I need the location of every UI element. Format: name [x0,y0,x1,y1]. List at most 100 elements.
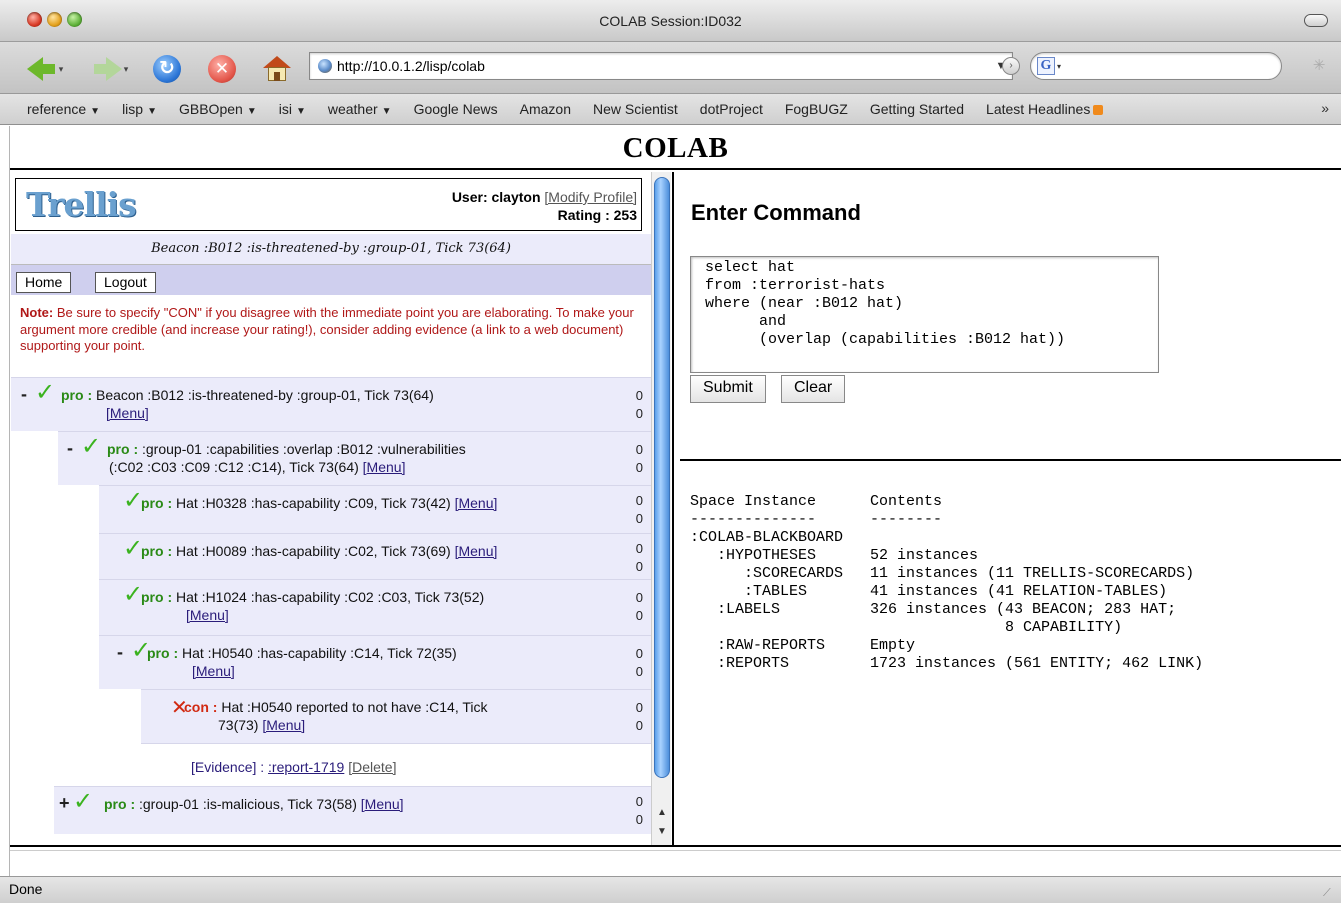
bookmark-label: isi [278,101,292,117]
resize-grip-icon[interactable]: ⟋ [1323,886,1337,900]
search-input[interactable]: G ▾ [1030,52,1282,80]
frame-divider[interactable] [672,172,678,845]
bookmark-label: Getting Started [869,101,965,117]
bookmark-item[interactable]: weather ▼ [328,101,392,117]
argument-text: con : Hat :H0540 reported to not have :C… [184,698,571,734]
reload-button[interactable]: ↻ [150,54,184,84]
frame-edge [0,126,10,879]
space-instances-table: Space Instance Contents -------------- -… [690,493,1204,672]
bookmark-item[interactable]: New Scientist [593,101,678,117]
node-menu-link[interactable]: [Menu] [186,606,229,624]
focus-statement: Beacon :B012 :is-threatened-by :group-01… [11,234,651,264]
vote-counts: 00 [636,441,643,477]
stance-label: pro : [61,387,93,403]
address-bar[interactable]: http://10.0.1.2/lisp/colab ▼ [309,52,1013,80]
node-menu-link[interactable]: [Menu] [363,459,406,475]
bookmark-item[interactable]: reference ▼ [27,101,100,117]
status-text: Done [9,881,43,897]
forward-arrow-icon [93,57,122,81]
go-button[interactable]: › [1002,57,1020,75]
delete-evidence-link[interactable]: [Delete] [348,759,396,775]
bookmark-item[interactable]: lisp ▼ [122,101,157,117]
google-search-engine-icon[interactable]: G [1037,57,1055,75]
expand-node-button[interactable]: + [59,794,70,812]
con-count: 0 [635,812,643,827]
bookmark-item[interactable]: Getting Started [870,101,964,117]
pro-count: 0 [635,541,643,556]
scroll-down-icon[interactable]: ▼ [654,824,670,840]
command-textarea[interactable]: select hat from :terrorist-hats where (n… [690,256,1159,373]
bookmark-item[interactable]: FogBUGZ [785,101,848,117]
con-count: 0 [635,511,643,526]
home-icon [263,56,291,82]
command-title: Enter Command [691,200,861,225]
node-menu-link[interactable]: [Menu] [262,717,305,733]
status-bar: Done ⟋ [0,876,1341,903]
bookmark-item[interactable]: Amazon [520,101,571,117]
argument-text: pro : Beacon :B012 :is-threatened-by :gr… [61,386,571,422]
node-menu-link[interactable]: [Menu] [455,543,498,559]
con-count: 0 [635,664,643,679]
toolbar-toggle-button[interactable] [1304,14,1328,27]
argument-node: - ✓ pro : Beacon :B012 :is-threatened-by :… [11,377,651,431]
stance-label: pro : [147,645,179,661]
note-body: Be sure to specify "CON" if you disagree… [20,305,634,353]
bookmark-label: FogBUGZ [784,101,848,117]
forward-button[interactable]: ▾ [82,54,142,84]
con-count: 0 [635,718,643,733]
bookmark-item[interactable]: GBBOpen ▼ [179,101,257,117]
bookmark-label: Amazon [519,101,571,117]
argument-node: ✓ pro : Hat :H0089 :has-capability :C02, … [99,533,651,579]
modify-profile-link[interactable]: [Modify Profile] [544,189,637,205]
note-label: Note: [20,305,54,320]
stance-label: pro : [104,796,136,812]
scrollbar-thumb[interactable] [654,177,670,778]
trellis-header: Trellis User: clayton [Modify Profile] R… [15,178,642,231]
node-menu-link[interactable]: [Menu] [106,404,149,422]
collapse-node-button[interactable]: - [117,643,123,661]
stop-button[interactable]: ✕ [205,54,239,84]
chevron-down-icon: ▼ [295,106,306,117]
submit-button[interactable]: Submit [690,375,766,403]
argument-node: ✕ con : Hat :H0540 reported to not have :… [141,689,651,743]
argument-statement: Beacon :B012 :is-threatened-by :group-01… [92,387,434,403]
vote-counts: 00 [636,699,643,735]
evidence-row: [Evidence] : :report-1719 [Delete] [141,743,651,786]
left-frame-scrollbar[interactable]: ▲ ▼ [651,172,671,845]
node-menu-link[interactable]: [Menu] [361,796,404,812]
home-page-button[interactable]: Home [16,272,72,293]
chevron-down-icon: ▼ [246,106,257,117]
bookmark-item[interactable]: isi ▼ [279,101,306,117]
bookmark-item[interactable]: Google News [414,101,498,117]
command-text[interactable]: select hat from :terrorist-hats where (n… [705,259,1158,349]
back-button[interactable]: ▾ [18,54,72,84]
evidence-link[interactable]: :report-1719 [268,759,344,775]
chevron-down-icon: ▾ [58,63,64,74]
argument-text: pro : :group-01 :capabilities :overlap :… [107,440,571,476]
argument-statement: :group-01 :is-malicious, Tick 73(58) [135,796,357,812]
bookmark-item[interactable]: dotProject [700,101,763,117]
page-title: COLAB [622,132,729,164]
chevron-down-icon[interactable]: ▾ [1057,62,1061,71]
home-button[interactable] [260,54,294,84]
bookmark-item[interactable]: Latest Headlines [986,101,1104,117]
pro-check-icon: ✓ [81,433,102,460]
activity-spinner-icon: ✳ [1312,57,1326,74]
scroll-up-icon[interactable]: ▲ [654,805,670,821]
bookmarks-overflow-button[interactable]: » [1321,100,1329,116]
node-menu-link[interactable]: [Menu] [192,662,235,680]
chevron-down-icon: ▼ [90,106,101,117]
user-label: User: clayton [451,189,541,205]
chevron-down-icon: ▼ [381,106,392,117]
pro-count: 0 [635,794,643,809]
node-menu-link[interactable]: [Menu] [455,495,498,511]
bookmarks-bar: reference ▼ lisp ▼ GBBOpen ▼ isi ▼ weather ▼ Googl… [0,94,1341,125]
con-count: 0 [635,608,643,623]
collapse-node-button[interactable]: - [67,439,73,457]
stance-label: pro : [107,441,139,457]
logout-button[interactable]: Logout [95,272,156,293]
collapse-node-button[interactable]: - [21,385,27,403]
url-text[interactable]: http://10.0.1.2/lisp/colab [337,58,990,74]
pro-count: 0 [635,646,643,661]
clear-button[interactable]: Clear [781,375,846,403]
